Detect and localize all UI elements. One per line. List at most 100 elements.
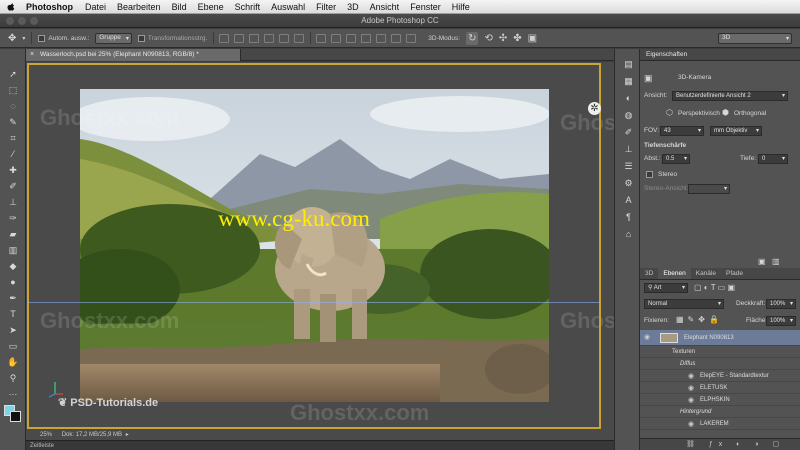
menu-auswahl[interactable]: Auswahl (271, 2, 305, 12)
distribute-right-icon[interactable] (391, 33, 402, 43)
zoom-window-button[interactable] (30, 17, 38, 25)
menu-ansicht[interactable]: Ansicht (370, 2, 400, 12)
roll-3d-icon[interactable]: ⟲ (484, 32, 492, 45)
distribute-top-icon[interactable] (316, 33, 327, 43)
gradient-tool-icon[interactable]: ▥ (7, 244, 19, 256)
menu-app-name[interactable]: Photoshop (26, 2, 73, 12)
stereo-view-select[interactable] (688, 184, 730, 194)
menu-3d[interactable]: 3D (347, 2, 359, 12)
tab-ebenen[interactable]: Ebenen (658, 268, 691, 279)
orbit-3d-icon[interactable]: ↻ (466, 31, 479, 45)
crop-tool-icon[interactable]: ⌗ (7, 132, 19, 144)
visibility-eye-icon[interactable]: ◉ (644, 330, 650, 346)
more-tools-icon[interactable]: … (7, 386, 19, 398)
group-select[interactable]: Gruppe (95, 32, 132, 44)
layer-row[interactable]: ◉ LAKEREM (640, 419, 800, 430)
visibility-eye-icon[interactable]: ◉ (688, 419, 694, 430)
close-window-button[interactable] (6, 17, 14, 25)
tool-preset-dropdown-icon[interactable]: ▾ (22, 32, 25, 45)
background-color-swatch[interactable] (10, 411, 21, 422)
drag-3d-icon[interactable]: ✣ (499, 32, 507, 45)
workspace-select[interactable]: 3D (718, 32, 792, 44)
delete-icon[interactable]: ▥ (772, 257, 780, 266)
menu-datei[interactable]: Datei (85, 2, 106, 12)
hand-tool-icon[interactable]: ✋ (7, 356, 19, 368)
move-tool-icon[interactable]: ➚ (7, 68, 19, 80)
zoom-level[interactable]: 25% (40, 432, 52, 438)
layer-row-selected[interactable]: ◉ Elephant N090813 (640, 330, 800, 346)
history-brush-tool-icon[interactable]: ✑ (7, 212, 19, 224)
menu-hilfe[interactable]: Hilfe (452, 2, 470, 12)
align-bottom-icon[interactable] (249, 33, 260, 43)
distribute-left-icon[interactable] (361, 33, 372, 43)
minimize-window-button[interactable] (18, 17, 26, 25)
menu-ebene[interactable]: Ebene (198, 2, 224, 12)
document-info[interactable]: Dok: 17,2 MB/25,9 MB (62, 432, 122, 438)
fov-input[interactable]: 43 (660, 126, 704, 136)
dodge-tool-icon[interactable]: ● (7, 276, 19, 288)
menu-schrift[interactable]: Schrift (235, 2, 261, 12)
distribute-vcenter-icon[interactable] (331, 33, 342, 43)
perspective-label[interactable]: Perspektivisch (678, 110, 720, 117)
layer-filter-select[interactable]: ⚲ Art (644, 283, 688, 293)
view-select[interactable]: Benutzerdefinierte Ansicht 2 (672, 91, 788, 101)
align-right-icon[interactable] (294, 33, 305, 43)
brush-panel-icon[interactable]: ✐ (623, 127, 634, 138)
layer-row[interactable]: ◉ ELPHSKIN (640, 395, 800, 406)
orthographic-icon[interactable]: ⬢ (722, 108, 729, 117)
styles-panel-icon[interactable]: ◍ (623, 110, 634, 121)
align-vcenter-icon[interactable] (234, 33, 245, 43)
lock-icons[interactable]: ▦✎✥🔒 (676, 315, 723, 324)
layer-row[interactable]: Hintergrund (640, 407, 800, 418)
tab-pfade[interactable]: Pfade (721, 268, 748, 279)
align-top-icon[interactable] (219, 33, 230, 43)
align-hcenter-icon[interactable] (279, 33, 290, 43)
fill-input[interactable]: 100% (766, 316, 796, 326)
visibility-eye-icon[interactable]: ◉ (688, 383, 694, 394)
clone-stamp-tool-icon[interactable]: ⊥ (7, 196, 19, 208)
marquee-tool-icon[interactable]: ⬚ (7, 84, 19, 96)
render-icon[interactable]: ▣ (758, 257, 766, 266)
menu-filter[interactable]: Filter (316, 2, 336, 12)
auto-select-checkbox-group[interactable]: Autom. ausw.: (38, 32, 89, 45)
character-panel-icon[interactable]: A (623, 195, 634, 206)
opacity-input[interactable]: 100% (766, 299, 796, 309)
filter-icons[interactable]: ▢ ◐ T ▭ ▣ (694, 283, 735, 292)
glyphs-panel-icon[interactable]: ⌂ (623, 229, 634, 240)
lens-unit-select[interactable]: mm Objektiv (710, 126, 762, 136)
shape-tool-icon[interactable]: ▭ (7, 340, 19, 352)
transform-controls-group[interactable]: Transformationsstrg. (137, 32, 207, 45)
close-tab-icon[interactable]: × (30, 49, 34, 61)
healing-brush-tool-icon[interactable]: ✚ (7, 164, 19, 176)
pen-tool-icon[interactable]: ✒ (7, 292, 19, 304)
status-menu-icon[interactable]: ▸ (126, 432, 129, 438)
properties-panel-header[interactable]: Eigenschaften (640, 49, 800, 61)
menu-fenster[interactable]: Fenster (410, 2, 441, 12)
paragraph-panel-icon[interactable]: ¶ (623, 212, 634, 223)
path-selection-tool-icon[interactable]: ➤ (7, 324, 19, 336)
tab-3d[interactable]: 3D (640, 268, 658, 279)
swatches-panel-icon[interactable]: ▦ (623, 76, 634, 87)
perspective-icon[interactable]: ⬡ (666, 108, 673, 117)
layer-row[interactable]: ◉ ELETUSK (640, 383, 800, 394)
scale-3d-icon[interactable]: ▣ (528, 32, 537, 45)
tab-kanaele[interactable]: Kanäle (691, 268, 721, 279)
3d-axis-widget-icon[interactable]: ✲ (588, 102, 601, 115)
zoom-tool-icon[interactable]: ⚲ (7, 372, 19, 384)
move-tool-preset-icon[interactable]: ✥ (8, 32, 16, 45)
blend-mode-select[interactable]: Normal (644, 299, 724, 309)
tool-presets-panel-icon[interactable]: ⚙ (623, 178, 634, 189)
layer-row[interactable]: ◉ ElepEYE - Standardtextur (640, 371, 800, 382)
quick-select-tool-icon[interactable]: ✎ (7, 116, 19, 128)
distance-input[interactable]: 0.5 (662, 154, 690, 164)
depth-input[interactable]: 0 (758, 154, 788, 164)
visibility-eye-icon[interactable]: ◉ (688, 371, 694, 382)
layer-row[interactable]: Diffus (640, 359, 800, 370)
blur-tool-icon[interactable]: ◆ (7, 260, 19, 272)
menu-bild[interactable]: Bild (172, 2, 187, 12)
type-tool-icon[interactable]: T (7, 308, 19, 320)
eraser-tool-icon[interactable]: ▰ (7, 228, 19, 240)
lasso-tool-icon[interactable]: ◌ (7, 100, 19, 112)
layers-footer-icons[interactable]: ⛓ ƒx ◐ ◑ ▢ ▣ 🗑 (640, 438, 800, 450)
auto-align-icon[interactable] (406, 33, 417, 43)
